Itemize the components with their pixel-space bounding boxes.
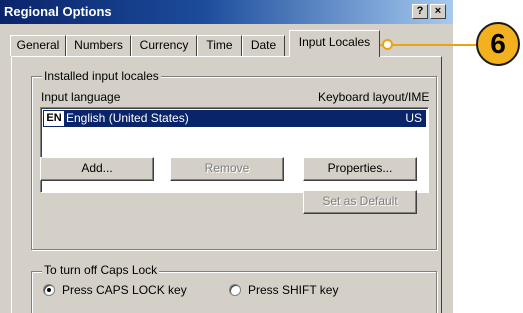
caps-lock-key-option[interactable]: Press CAPS LOCK key bbox=[43, 283, 187, 297]
title-bar[interactable]: Regional Options ? × bbox=[0, 0, 453, 24]
keyboard-layout-value: US bbox=[405, 111, 422, 125]
window-title: Regional Options bbox=[4, 4, 112, 19]
caps-lock-label: To turn off Caps Lock bbox=[42, 263, 160, 277]
language-name: English (United States) bbox=[66, 111, 189, 125]
tab-currency[interactable]: Currency bbox=[131, 35, 197, 56]
radio-caps-lock[interactable] bbox=[43, 284, 55, 296]
tab-numbers[interactable]: Numbers bbox=[66, 35, 131, 56]
radio-shift[interactable] bbox=[229, 284, 241, 296]
callout-number-badge: 6 bbox=[476, 22, 520, 66]
tab-input-locales[interactable]: Input Locales bbox=[289, 30, 380, 57]
remove-button[interactable]: Remove bbox=[170, 157, 284, 181]
callout-pointer-dot bbox=[382, 39, 393, 50]
shift-key-option[interactable]: Press SHIFT key bbox=[229, 283, 338, 297]
tab-date[interactable]: Date bbox=[242, 35, 285, 56]
callout-line bbox=[380, 44, 478, 46]
set-as-default-button[interactable]: Set as Default bbox=[303, 190, 417, 214]
add-button[interactable]: Add... bbox=[40, 157, 154, 181]
list-item[interactable]: EN English (United States) US bbox=[43, 110, 426, 127]
caps-lock-option-label: Press CAPS LOCK key bbox=[62, 283, 187, 297]
input-locales-panel: Installed input locales Input language K… bbox=[11, 56, 442, 313]
input-language-header: Input language bbox=[41, 90, 121, 104]
help-icon[interactable]: ? bbox=[412, 4, 428, 19]
tab-general[interactable]: General bbox=[10, 35, 66, 56]
tab-time[interactable]: Time bbox=[197, 35, 242, 56]
installed-locales-label: Installed input locales bbox=[42, 69, 161, 83]
shift-option-label: Press SHIFT key bbox=[248, 283, 339, 297]
keyboard-layout-header: Keyboard layout/IME bbox=[318, 90, 430, 104]
language-code: EN bbox=[44, 111, 64, 126]
close-icon[interactable]: × bbox=[430, 4, 446, 19]
properties-button[interactable]: Properties... bbox=[303, 157, 417, 181]
